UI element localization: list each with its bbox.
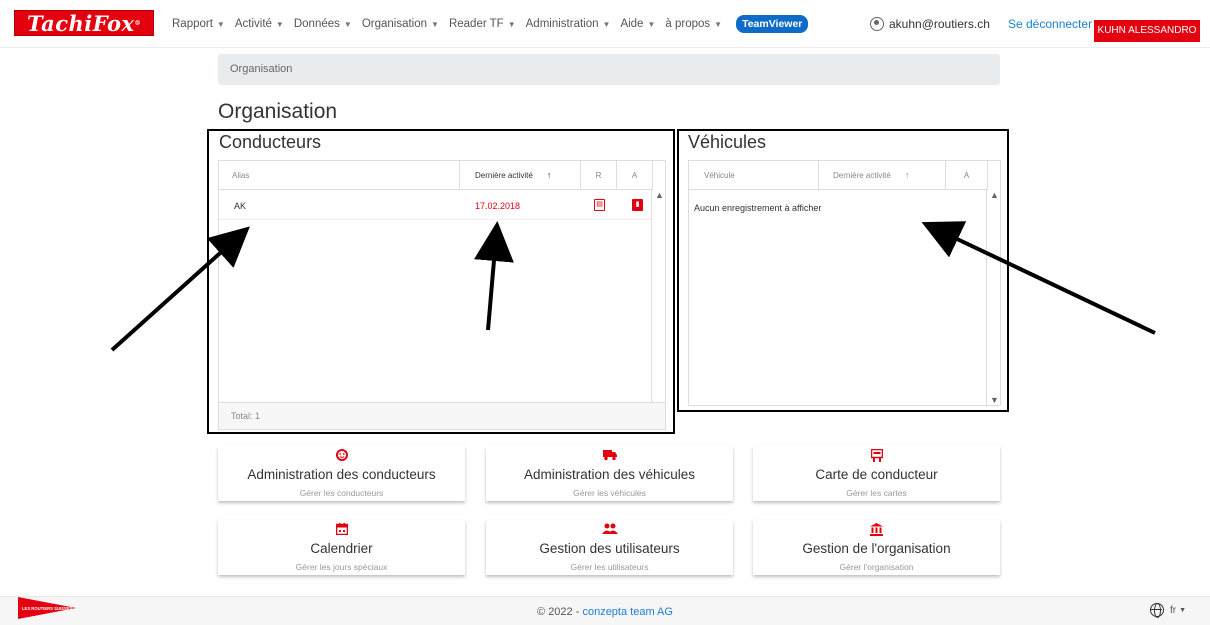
card-title: Gestion des utilisateurs	[539, 541, 680, 556]
card-subtitle: Gérer les véhicules	[573, 488, 646, 498]
caret-down-icon: ▼	[1179, 606, 1187, 614]
card-organisation-management[interactable]: Gestion de l'organisation Gérer l'organi…	[753, 520, 1000, 575]
card-driver-admin[interactable]: Administration des conducteurs Gérer les…	[218, 446, 465, 501]
card-reader-icon	[753, 449, 1000, 463]
calendar-icon	[218, 523, 465, 537]
card-title: Gestion de l'organisation	[802, 541, 951, 556]
language-code: fr	[1170, 604, 1177, 616]
card-driver-card[interactable]: Carte de conducteur Gérer les cartes	[753, 446, 1000, 501]
card-title: Carte de conducteur	[815, 467, 938, 482]
footer: LES ROUTIERS SUISSES © 2022 - conzepta t…	[0, 596, 1210, 625]
driver-face-icon	[218, 449, 465, 463]
arrow-to-last-activity	[474, 221, 514, 331]
language-selector[interactable]: fr ▼	[1150, 603, 1187, 618]
company-link[interactable]: conzepta team AG	[582, 606, 673, 618]
card-title: Calendrier	[310, 541, 373, 556]
footer-copyright: © 2022 - conzepta team AG	[0, 606, 1210, 618]
users-icon	[486, 523, 733, 537]
arrow-to-vehicles	[921, 221, 1156, 335]
card-subtitle: Gérer l'organisation	[839, 562, 914, 572]
card-subtitle: Gérer les cartes	[846, 488, 907, 498]
card-subtitle: Gérer les jours spéciaux	[295, 562, 388, 572]
copyright-text: © 2022 -	[537, 606, 583, 618]
card-title: Administration des véhicules	[523, 467, 696, 482]
truck-icon	[486, 449, 733, 463]
arrow-to-alias	[110, 226, 250, 352]
card-subtitle: Gérer les utilisateurs	[570, 562, 649, 572]
card-calendar[interactable]: Calendrier Gérer les jours spéciaux	[218, 520, 465, 575]
globe-icon	[1150, 603, 1164, 618]
institution-icon	[753, 523, 1000, 537]
card-vehicle-admin[interactable]: Administration des véhicules Gérer les v…	[486, 446, 733, 501]
card-user-management[interactable]: Gestion des utilisateurs Gérer les utili…	[486, 520, 733, 575]
card-title: Administration des conducteurs	[247, 467, 436, 482]
card-subtitle: Gérer les conducteurs	[299, 488, 384, 498]
